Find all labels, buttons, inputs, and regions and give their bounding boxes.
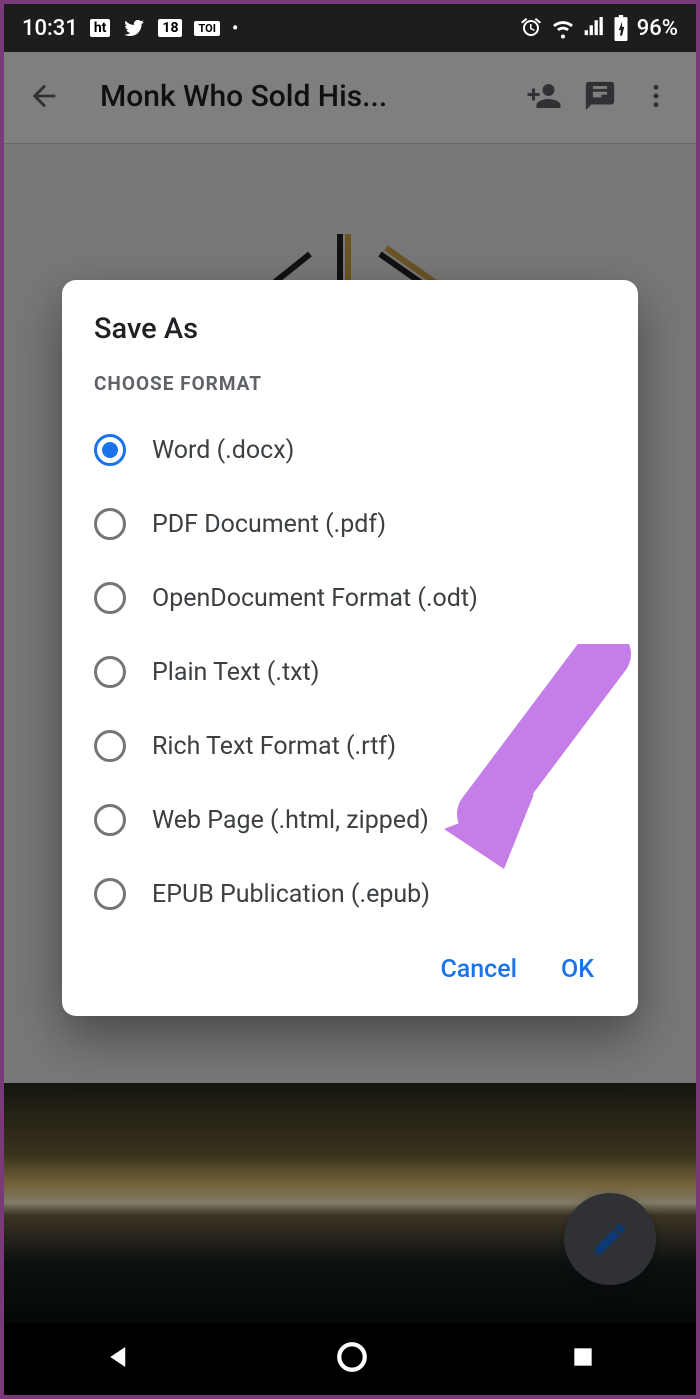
radio-icon bbox=[94, 434, 126, 466]
format-option-pdf[interactable]: PDF Document (.pdf) bbox=[62, 487, 638, 561]
nav-home-button[interactable] bbox=[335, 1340, 369, 1378]
signal-icon bbox=[583, 17, 605, 39]
format-option-rtf[interactable]: Rich Text Format (.rtf) bbox=[62, 709, 638, 783]
option-label: Web Page (.html, zipped) bbox=[152, 806, 429, 835]
dialog-actions: Cancel OK bbox=[62, 931, 638, 992]
save-as-dialog: Save As CHOOSE FORMAT Word (.docx) PDF D… bbox=[62, 280, 638, 1016]
option-label: OpenDocument Format (.odt) bbox=[152, 584, 478, 613]
dialog-title: Save As bbox=[62, 312, 638, 372]
format-option-docx[interactable]: Word (.docx) bbox=[62, 413, 638, 487]
dialog-subtitle: CHOOSE FORMAT bbox=[62, 372, 638, 413]
format-option-odt[interactable]: OpenDocument Format (.odt) bbox=[62, 561, 638, 635]
nav-back-button[interactable] bbox=[104, 1342, 134, 1376]
wifi-icon bbox=[551, 16, 575, 40]
ok-button[interactable]: OK bbox=[561, 955, 594, 984]
radio-icon bbox=[94, 804, 126, 836]
notif-more-dot: • bbox=[232, 18, 238, 39]
option-label: PDF Document (.pdf) bbox=[152, 510, 386, 539]
square-recents-icon bbox=[570, 1344, 596, 1370]
option-label: EPUB Publication (.epub) bbox=[152, 880, 430, 909]
radio-icon bbox=[94, 582, 126, 614]
device-frame: Monk Who Sold His... 10:31 ht 18 TOI • 9… bbox=[0, 0, 700, 1399]
status-time: 10:31 bbox=[22, 16, 78, 41]
cancel-button[interactable]: Cancel bbox=[440, 955, 517, 984]
notif-18-icon: 18 bbox=[158, 19, 182, 37]
triangle-back-icon bbox=[104, 1342, 134, 1372]
radio-icon bbox=[94, 508, 126, 540]
notif-ht-icon: ht bbox=[90, 19, 111, 37]
option-label: Word (.docx) bbox=[152, 436, 294, 465]
circle-home-icon bbox=[335, 1340, 369, 1374]
option-label: Rich Text Format (.rtf) bbox=[152, 732, 396, 761]
battery-percentage: 96% bbox=[637, 16, 678, 41]
format-option-epub[interactable]: EPUB Publication (.epub) bbox=[62, 857, 638, 931]
battery-icon bbox=[613, 15, 629, 41]
radio-icon bbox=[94, 656, 126, 688]
alarm-icon bbox=[519, 16, 543, 40]
status-bar: 10:31 ht 18 TOI • 96% bbox=[4, 4, 696, 52]
radio-icon bbox=[94, 730, 126, 762]
nav-recents-button[interactable] bbox=[570, 1344, 596, 1374]
notif-toi-icon: TOI bbox=[194, 21, 219, 36]
notif-twitter-icon bbox=[122, 16, 146, 40]
radio-icon bbox=[94, 878, 126, 910]
option-label: Plain Text (.txt) bbox=[152, 658, 319, 687]
format-option-txt[interactable]: Plain Text (.txt) bbox=[62, 635, 638, 709]
format-option-html[interactable]: Web Page (.html, zipped) bbox=[62, 783, 638, 857]
system-nav-bar bbox=[4, 1323, 696, 1395]
